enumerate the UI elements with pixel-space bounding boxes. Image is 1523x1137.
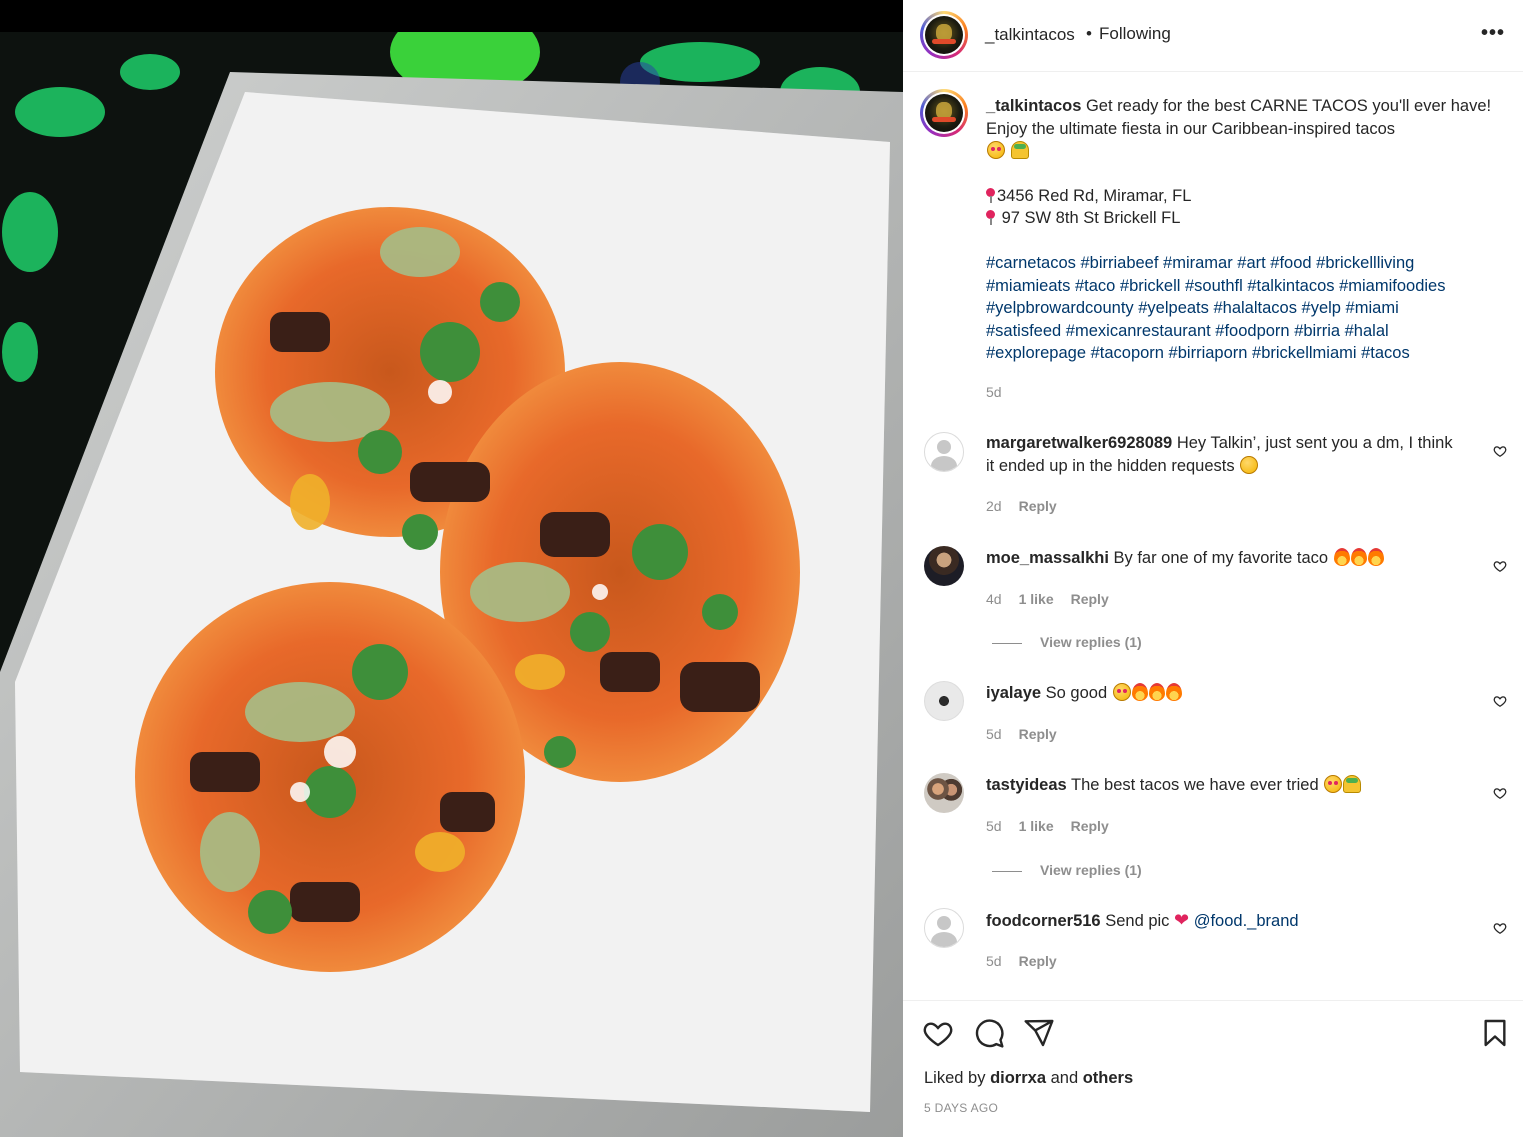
default-avatar-icon[interactable]: [924, 908, 964, 948]
comment-meta: 5d Reply: [986, 953, 1074, 969]
post-header: _talkintacos • Following •••: [903, 0, 1523, 72]
fire-icon: [1165, 683, 1182, 701]
comment-username[interactable]: moe_massalkhi: [986, 549, 1109, 567]
comment-text: Send pic: [1105, 912, 1170, 930]
talkintacos-logo-icon: [925, 16, 963, 54]
following-button[interactable]: Following: [1099, 24, 1171, 44]
comment-username[interactable]: iyalaye: [986, 684, 1041, 702]
reply-button[interactable]: Reply: [1071, 818, 1109, 834]
user-avatar[interactable]: [924, 773, 964, 813]
tacos-photo: [0, 32, 903, 1137]
header-separator: •: [1086, 24, 1092, 43]
comment-text: By far one of my favorite taco: [1113, 549, 1329, 567]
round-pushpin-icon: [986, 210, 995, 226]
comment-body: tastyideas The best tacos we have ever t…: [986, 774, 1486, 797]
taco-icon: [1343, 775, 1362, 793]
comment-text: So good: [1045, 684, 1108, 702]
photo-top-band: [0, 0, 903, 32]
comment-text-cont: it ended up in the hidden requests: [986, 456, 1235, 475]
liked-by-summary: Liked by diorrxa and others: [924, 1069, 1133, 1088]
comment-text: Hey Talkin’, just sent you a dm, I think: [1176, 434, 1453, 452]
talkintacos-logo-icon: [925, 94, 963, 132]
post-caption: _talkintacos Get ready for the best CARN…: [986, 95, 1496, 365]
heart-icon[interactable]: [922, 1017, 954, 1049]
hashtags-line-1[interactable]: #carnetacos #birriabeef #miramar #art #f…: [986, 252, 1496, 275]
comment-text: The best tacos we have ever tried: [1071, 776, 1319, 794]
red-heart-icon: ❤: [1174, 910, 1190, 930]
comment-username[interactable]: tastyideas: [986, 776, 1067, 794]
reply-button[interactable]: Reply: [1019, 498, 1057, 514]
liked-by-label: Liked by: [924, 1069, 986, 1087]
comment-body: foodcorner516 Send pic ❤ @food._brand: [986, 909, 1486, 933]
comment-like-heart-icon[interactable]: [1493, 444, 1507, 458]
user-avatar[interactable]: [924, 681, 964, 721]
fire-icon: [1367, 548, 1384, 566]
heart-eyes-face-icon: [1324, 775, 1343, 793]
view-replies-button[interactable]: View replies (1): [992, 862, 1142, 878]
post-date[interactable]: 5 DAYS AGO: [924, 1101, 998, 1115]
fire-icon: [1333, 548, 1350, 566]
slightly-smiling-face-icon: [1240, 455, 1259, 474]
location-1: 3456 Red Rd, Miramar, FL: [997, 186, 1192, 205]
comment-likes[interactable]: 1 like: [1019, 591, 1054, 607]
post-actions: Liked by diorrxa and others 5 DAYS AGO: [903, 1000, 1523, 1137]
comment-like-heart-icon[interactable]: [1493, 786, 1507, 800]
default-avatar-icon[interactable]: [924, 432, 964, 472]
bookmark-icon[interactable]: [1479, 1017, 1511, 1049]
comment-time[interactable]: 2d: [986, 498, 1002, 514]
reply-button[interactable]: Reply: [1019, 953, 1057, 969]
comment-time[interactable]: 4d: [986, 591, 1002, 607]
instagram-post-view: _talkintacos • Following ••• _talkintaco…: [0, 0, 1523, 1137]
comment-time[interactable]: 5d: [986, 953, 1002, 969]
comment-body: margaretwalker6928089 Hey Talkin’, just …: [986, 432, 1486, 477]
comment-like-heart-icon[interactable]: [1493, 559, 1507, 573]
fire-icon: [1131, 683, 1148, 701]
fire-icon: [1350, 548, 1367, 566]
comment-meta: 2d Reply: [986, 498, 1074, 514]
comment-like-heart-icon[interactable]: [1493, 694, 1507, 708]
reply-button[interactable]: Reply: [1071, 591, 1109, 607]
comment-body: iyalaye So good: [986, 682, 1486, 705]
comment-icon[interactable]: [973, 1017, 1005, 1049]
caption-username[interactable]: _talkintacos: [986, 97, 1081, 115]
round-pushpin-icon: [986, 187, 995, 203]
hashtags-line-5[interactable]: #explorepage #tacoporn #birriaporn #bric…: [986, 342, 1496, 365]
squinting-face-with-tongue-icon: [987, 141, 1005, 160]
comment-likes[interactable]: 1 like: [1019, 818, 1054, 834]
view-replies-button[interactable]: View replies (1): [992, 634, 1142, 650]
hashtags-line-2[interactable]: #miamieats #taco #brickell #southfl #tal…: [986, 275, 1496, 298]
comment-time[interactable]: 5d: [986, 818, 1002, 834]
fire-icon: [1148, 683, 1165, 701]
mention-link[interactable]: @food._brand: [1194, 912, 1299, 930]
hashtags-line-3[interactable]: #yelpbrowardcounty #yelpeats #halaltacos…: [986, 297, 1496, 320]
heart-eyes-face-icon: [1112, 683, 1131, 701]
comment-like-heart-icon[interactable]: [1493, 921, 1507, 935]
reply-button[interactable]: Reply: [1019, 726, 1057, 742]
comment-time[interactable]: 5d: [986, 726, 1002, 742]
hashtags-line-4[interactable]: #satisfeed #mexicanrestaurant #foodporn …: [986, 320, 1496, 343]
user-avatar[interactable]: [924, 546, 964, 586]
comment-meta: 4d 1 like Reply: [986, 591, 1126, 607]
comment-meta: 5d 1 like Reply: [986, 818, 1126, 834]
post-side-panel: _talkintacos • Following ••• _talkintaco…: [903, 0, 1523, 1137]
liked-and-label: and: [1050, 1069, 1079, 1087]
caption-timestamp[interactable]: 5d: [986, 384, 1002, 400]
liked-by-user[interactable]: diorrxa: [990, 1069, 1046, 1087]
share-icon[interactable]: [1023, 1017, 1055, 1049]
comment-meta: 5d Reply: [986, 726, 1074, 742]
comment-body: moe_massalkhi By far one of my favorite …: [986, 547, 1486, 570]
comment-username[interactable]: margaretwalker6928089: [986, 434, 1172, 452]
author-avatar[interactable]: [920, 11, 968, 59]
taco-icon: [1010, 141, 1029, 160]
comment-username[interactable]: foodcorner516: [986, 912, 1101, 930]
caption-author-avatar[interactable]: [920, 89, 968, 137]
liked-by-others[interactable]: others: [1083, 1069, 1133, 1087]
location-2: 97 SW 8th St Brickell FL: [997, 209, 1181, 228]
post-photo[interactable]: [0, 0, 903, 1137]
author-username[interactable]: _talkintacos: [985, 25, 1075, 45]
more-options-icon[interactable]: •••: [1481, 22, 1505, 45]
